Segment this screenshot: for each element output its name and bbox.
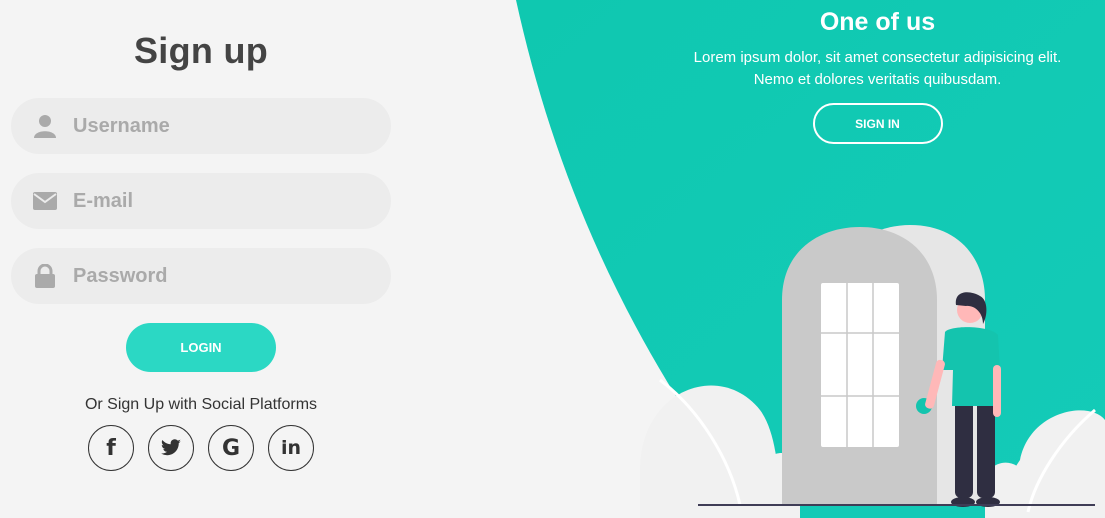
password-field[interactable] — [11, 248, 391, 304]
google-button[interactable]: G — [208, 425, 254, 471]
signin-button[interactable]: SIGN IN — [812, 103, 943, 144]
signin-panel: One of us Lorem ipsum dolor, sit amet co… — [650, 8, 1105, 144]
username-input[interactable] — [73, 114, 353, 138]
twitter-icon — [161, 439, 181, 456]
google-icon: G — [221, 435, 241, 461]
social-signup-text: Or Sign Up with Social Platforms — [84, 396, 318, 413]
facebook-button[interactable]: f — [88, 425, 134, 471]
user-icon — [33, 114, 57, 138]
panel-text-line2: Nemo et dolores veritatis quibusdam. — [753, 71, 1002, 88]
panel-title: One of us — [819, 8, 936, 36]
facebook-icon: f — [106, 435, 116, 461]
door-illustration — [640, 225, 1105, 518]
signup-form: Sign up LOGIN Or Sign Up with Social Pla… — [11, 30, 391, 471]
signup-title: Sign up — [133, 30, 269, 71]
linkedin-button[interactable]: in — [268, 425, 314, 471]
twitter-button[interactable] — [148, 425, 194, 471]
email-field[interactable] — [11, 173, 391, 229]
social-buttons: f G in — [11, 425, 391, 471]
lock-icon — [33, 264, 57, 288]
email-input[interactable] — [73, 189, 353, 213]
username-field[interactable] — [11, 98, 391, 154]
login-button[interactable]: LOGIN — [126, 323, 276, 372]
linkedin-icon: in — [280, 437, 302, 459]
panel-text-line1: Lorem ipsum dolor, sit amet consectetur … — [693, 49, 1062, 66]
password-input[interactable] — [73, 264, 353, 288]
envelope-icon — [33, 189, 57, 213]
